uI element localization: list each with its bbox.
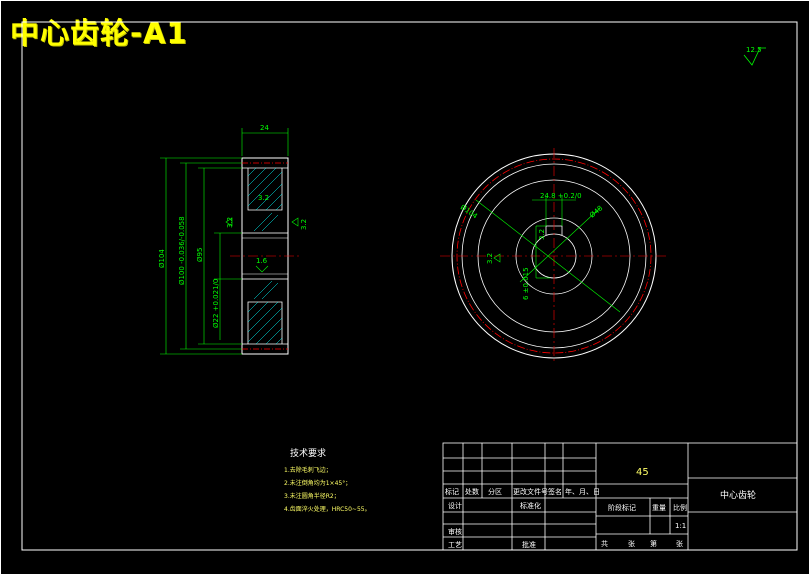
roughness-3: 1.6 [256,257,268,265]
tb-label-sign: 签名 [548,487,562,496]
tb-label-zone: 分区 [488,487,502,496]
tb-sheet-no: 第 [650,539,657,548]
inner-frame [21,21,798,551]
roughness-symbol-corner: 12.5 [743,46,766,66]
roughness-2: 3.2 [300,219,308,230]
dim-bore-diameter: Ø22 +0.021/0 [212,279,220,328]
dim-tip-diameter: Ø104 [158,249,166,268]
dim-keyway-width: 24.8 +0.2/0 [540,192,582,200]
roughness-keyway: 3.2 [538,229,546,240]
tb-weight: 重量 [652,504,666,512]
roughness-4: 3.2 [258,194,269,202]
tb-scale-value: 1:1 [675,522,686,530]
tb-process: 工艺 [448,541,462,549]
roughness-corner-value: 12.5 [746,46,762,54]
roughness-side: 3.2 [486,253,494,264]
dim-keyway-depth: 6 ±0.015 [522,267,530,300]
tb-label-count: 处数 [465,487,479,496]
tech-item-3: 3.未注圆角半径R2； [284,492,340,500]
dim-root-diameter: Ø100 -0.036/-0.058 [178,216,186,285]
tb-sheet-word1: 张 [628,539,635,548]
tb-label-date: 年、月、日 [565,487,600,496]
tb-stage-mark: 阶段标记 [608,503,636,512]
tech-item-4: 4.齿面淬火处理，HRC50~55。 [284,505,371,513]
tech-heading: 技术要求 [290,447,326,459]
tb-designer: 设计 [448,501,462,510]
tb-sheet-word2: 张 [676,539,683,548]
dim-width: 24 [260,124,269,132]
front-view: 24.8 +0.2/0 6 ±0.015 Ø48 Ø104 3.2 3.2 [440,148,668,364]
title-block-part-name: 中心齿轮 [720,489,756,501]
tech-item-1: 1.去除毛刺飞边； [284,466,332,474]
tech-item-2: 2.未注倒角均为1×45°； [284,479,351,487]
tb-sheet-total: 共 [601,539,608,548]
tech-requirements: 技术要求 1.去除毛刺飞边； 2.未注倒角均为1×45°； 3.未注圆角半径R2… [284,447,371,513]
roughness-1: 3.2 [226,217,234,228]
tb-check: 审核 [448,527,462,536]
dim-hub-diameter: Ø95 [196,248,204,262]
cad-drawing: 12.5 24 Ø104 Ø100 -0.036/-0.058 Ø95 Ø22 … [0,0,810,575]
tb-standardize: 标准化 [520,501,541,510]
tb-approve: 批准 [522,540,536,549]
tb-label-mark: 标记 [445,487,459,496]
section-view: 24 Ø104 Ø100 -0.036/-0.058 Ø95 Ø22 +0.02… [158,124,308,355]
tb-scale: 比例 [673,503,687,512]
dim-circle-diameter: Ø48 [588,204,604,219]
title-block-material: 45 [636,467,649,478]
tb-label-change-doc: 更改文件号 [513,487,548,496]
